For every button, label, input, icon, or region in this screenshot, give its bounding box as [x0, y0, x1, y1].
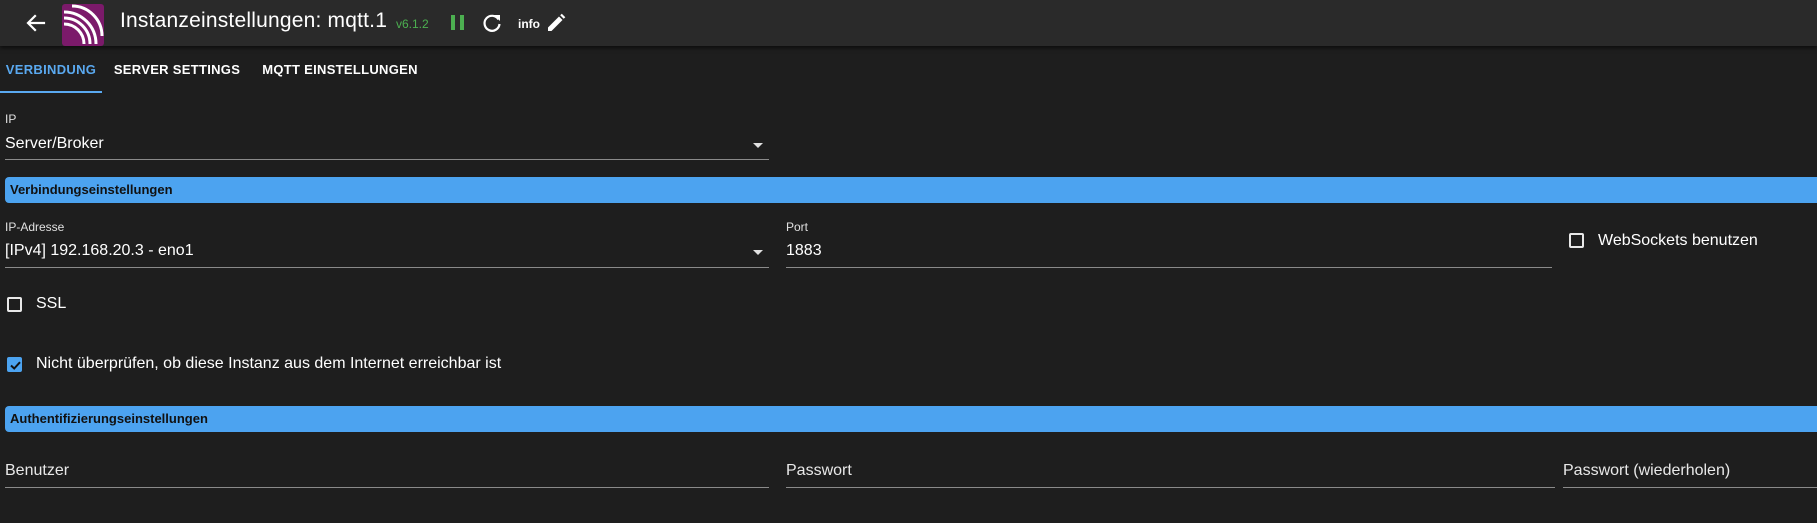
ip-address-select[interactable]: [IPv4] 192.168.20.3 - eno1 — [5, 242, 194, 260]
back-arrow-icon[interactable] — [22, 10, 50, 36]
ip-type-underline — [5, 159, 769, 160]
ip-type-select[interactable]: Server/Broker — [5, 135, 104, 153]
edit-pencil-icon[interactable] — [545, 12, 567, 34]
info-button[interactable]: info — [518, 17, 540, 31]
ip-address-underline — [5, 267, 769, 268]
ip-address-label: IP-Adresse — [5, 220, 65, 234]
section-header-connection: Verbindungseinstellungen — [5, 177, 1817, 203]
port-underline — [786, 267, 1552, 268]
password-underline — [786, 487, 1555, 488]
no-internet-check-checkbox[interactable] — [7, 357, 22, 372]
no-internet-check-label: Nicht überprüfen, ob diese Instanz aus d… — [36, 355, 502, 372]
ssl-checkbox[interactable] — [7, 297, 22, 312]
tab-bar: VERBINDUNG SERVER SETTINGS MQTT EINSTELL… — [0, 46, 1817, 94]
check-icon — [10, 361, 21, 370]
username-field[interactable]: Benutzer — [5, 462, 69, 480]
websockets-label: WebSockets benutzen — [1598, 232, 1758, 249]
password-repeat-underline — [1563, 487, 1817, 488]
port-input[interactable]: 1883 — [786, 242, 822, 260]
username-underline — [5, 487, 769, 488]
mqtt-logo-icon — [62, 4, 104, 46]
tab-server-settings[interactable]: SERVER SETTINGS — [108, 46, 246, 94]
websockets-checkbox[interactable] — [1569, 233, 1584, 248]
tab-verbindung[interactable]: VERBINDUNG — [0, 46, 102, 94]
pause-icon[interactable] — [448, 12, 468, 34]
version-label: v6.1.2 — [396, 17, 429, 31]
top-bar: Instanzeinstellungen: mqtt.1 v6.1.2 info — [0, 0, 1817, 46]
password-field[interactable]: Passwort — [786, 462, 852, 480]
dropdown-arrow-icon[interactable] — [753, 143, 763, 148]
active-tab-indicator — [0, 91, 102, 93]
dropdown-arrow-icon[interactable] — [753, 250, 763, 255]
section-header-auth: Authentifizierungseinstellungen — [5, 406, 1817, 432]
tab-mqtt-einstellungen[interactable]: MQTT EINSTELLUNGEN — [260, 46, 420, 94]
ssl-label: SSL — [36, 295, 67, 312]
page-title: Instanzeinstellungen: mqtt.1 — [120, 9, 388, 32]
ip-type-label: IP — [5, 112, 17, 126]
port-label: Port — [786, 220, 809, 234]
password-repeat-field[interactable]: Passwort (wiederholen) — [1563, 462, 1730, 480]
reload-icon[interactable] — [480, 11, 504, 35]
